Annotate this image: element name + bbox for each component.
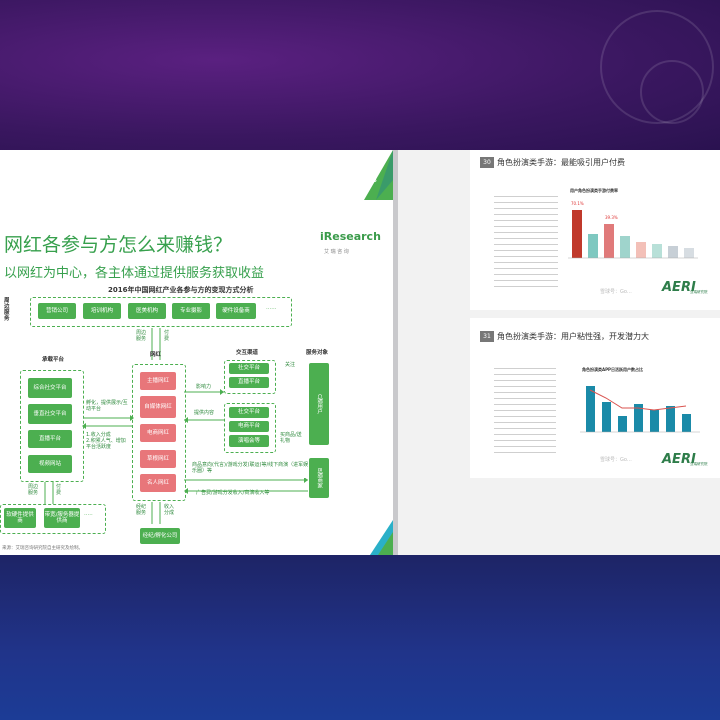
slide-corner-decoration	[364, 150, 393, 200]
arrows	[44, 482, 54, 504]
slide-title: 角色扮演类手游：最能吸引用户付费	[497, 158, 625, 167]
iresearch-logo-sub: 艾 瑞 咨 询	[324, 249, 349, 255]
slide-body-text	[494, 196, 558, 291]
chart-title: 2016年中国网红产业各参与方的变现方式分析	[108, 286, 254, 294]
arrows	[151, 502, 161, 524]
service-box: 专业摄影	[172, 303, 210, 319]
ellipsis: ·····	[84, 512, 93, 518]
platform-box: 垂直社交平台	[28, 404, 72, 424]
bar	[668, 246, 678, 258]
service-box: 培训机构	[83, 303, 121, 319]
slide-subtitle: 以网红为中心，各主体通过提供服务获取收益	[4, 266, 265, 281]
provider-box: 软硬件提供商	[4, 508, 36, 528]
wanghong-type: 草根网红	[140, 450, 176, 468]
slide-title: 网红各参与方怎么来赚钱？	[4, 234, 233, 256]
platform-box: 综合社交平台	[28, 378, 72, 398]
arrow-label: 付费	[56, 484, 62, 496]
slide-body-text	[494, 368, 556, 458]
bar-line-chart	[580, 386, 700, 433]
bar	[602, 402, 611, 432]
bar	[620, 236, 630, 258]
arrow-label: 周边服务	[136, 330, 147, 342]
b-end-box: B端商家	[309, 458, 329, 498]
bar	[618, 416, 627, 432]
watermark: 雪球号：Go…	[600, 457, 632, 463]
slide-title: 角色扮演类手游：用户粘性强，开发潜力大	[497, 332, 649, 341]
background-bottom	[0, 555, 720, 720]
arrow-label: 付费	[164, 330, 170, 342]
decorative-ring	[640, 60, 704, 124]
bar	[652, 244, 662, 258]
bar	[636, 242, 646, 258]
channel-box: 演唱会等	[229, 435, 269, 447]
channel-box: 电商平台	[229, 421, 269, 432]
slide-number-badge: 30	[480, 157, 494, 168]
arrow-label: 经纪服务	[136, 504, 147, 516]
chart-title: 用户角色扮演类手游付费率	[570, 188, 618, 193]
bar	[666, 406, 675, 432]
c-end-box: C端用户	[309, 363, 329, 445]
ellipsis: ······	[266, 306, 277, 312]
channel-label: 交互渠道	[236, 350, 259, 356]
agency-box: 经纪/孵化公司	[140, 528, 180, 544]
bar	[684, 248, 694, 258]
audience-label: 服务对象	[306, 350, 329, 356]
wanghong-label: 网红	[150, 352, 162, 358]
income-label: 1.收入分成 2.积累人气、增加平台活跃度	[86, 432, 126, 450]
peripheral-label: 周边服务	[4, 298, 10, 323]
source-note: 来源：艾瑞咨询研究院自主研究及绘制。	[2, 546, 83, 551]
bar	[586, 386, 595, 432]
service-box: 医美机构	[128, 303, 166, 319]
aeri-logo-sub: 亚瑞研究院	[690, 290, 708, 294]
bar	[650, 410, 659, 432]
product-label: 商品意向(代言)/游戏分发(联运)等/线下商演（进军娱乐圈）等	[192, 462, 309, 474]
slide-number-badge: 31	[480, 331, 494, 342]
revenue-arrows	[184, 478, 308, 494]
channel-arrows	[184, 389, 224, 423]
bar	[604, 224, 614, 258]
channel-box: 社交平台	[229, 363, 269, 374]
bar	[572, 210, 582, 258]
channel-box: 社交平台	[229, 407, 269, 418]
chart-title: 角色扮演类APP日活跃用户数占比	[582, 367, 643, 372]
bar-chart	[568, 210, 698, 259]
watermark: 雪球号：Go…	[600, 289, 632, 295]
arrow-right	[82, 415, 134, 429]
buy-label: 买商品/送礼物	[280, 432, 302, 444]
platform-box: 视频网站	[28, 455, 72, 473]
wanghong-type: 自媒体网红	[140, 396, 176, 418]
arrow-label: 周边服务	[28, 484, 39, 496]
page-number: 13	[368, 176, 377, 184]
wanghong-type: 电商网红	[140, 424, 176, 442]
slide-corner-decoration	[370, 520, 393, 555]
bar	[682, 414, 691, 432]
follow-label: 关注	[285, 362, 296, 368]
aeri-logo-sub: 亚瑞研究院	[690, 462, 708, 466]
incubate-label: 孵化，提供展示/互动平台	[86, 400, 128, 412]
provider-box: 带宽/服务器提供商	[44, 508, 80, 528]
wanghong-type: 名人网红	[140, 474, 176, 492]
bar	[588, 234, 598, 258]
platform-label: 承载平台	[42, 357, 65, 363]
platform-box: 直播平台	[28, 430, 72, 448]
service-box: 硬件设备商	[216, 303, 256, 319]
wanghong-type: 主播网红	[140, 372, 176, 390]
iresearch-logo: iResearch	[320, 230, 381, 243]
service-box: 营销公司	[38, 303, 76, 319]
channel-box: 直播平台	[229, 377, 269, 388]
arrow-label: 收入分成	[164, 504, 175, 516]
